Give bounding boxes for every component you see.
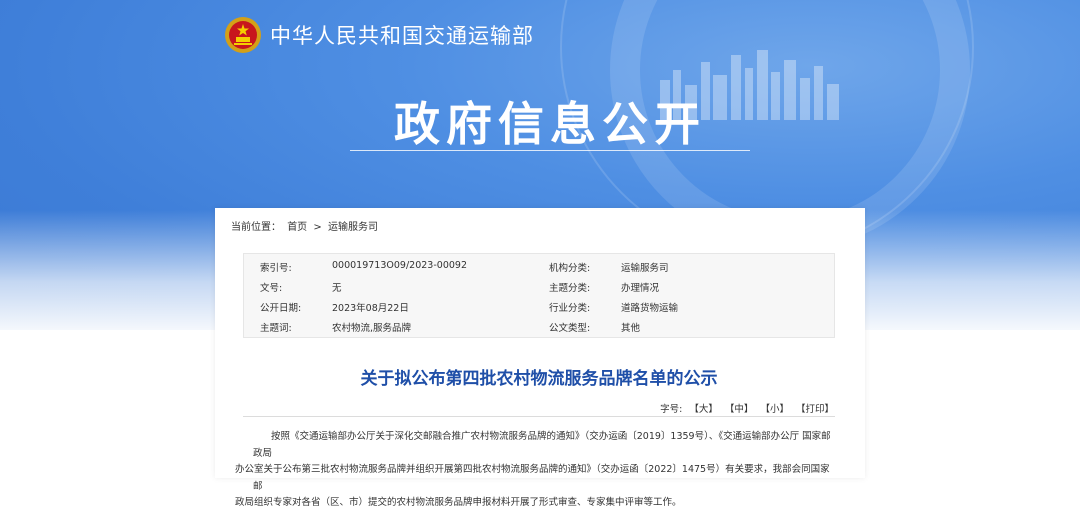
meta-key: 主题分类: [549, 283, 591, 294]
meta-key: 公开日期: [260, 303, 302, 314]
paragraph-line: 按照《交通运输部办公厅关于深化交邮融合推广农村物流服务品牌的通知》（交办运函〔2… [253, 431, 831, 459]
font-small-button[interactable]: 【小】 [760, 404, 789, 415]
meta-value: 000019713O09/2023-00092 [332, 260, 467, 271]
meta-value: 办理情况 [621, 283, 660, 294]
paragraph-line: 政局组织专家对各省（区、市）提交的农村物流服务品牌申报材料开展了形式审查、专家集… [235, 497, 682, 508]
meta-key: 索引号: [260, 263, 292, 274]
meta-key: 公文类型: [549, 323, 591, 334]
meta-value: 2023年08月22日 [332, 303, 409, 314]
meta-value: 农村物流,服务品牌 [332, 323, 412, 334]
meta-key: 行业分类: [549, 303, 591, 314]
font-medium-button[interactable]: 【中】 [725, 404, 754, 415]
meta-value: 其他 [621, 323, 641, 334]
print-button[interactable]: 【打印】 [796, 404, 834, 415]
breadcrumb-current[interactable]: 运输服务司 [328, 222, 378, 233]
title-underline [350, 150, 750, 151]
meta-key: 文号: [260, 283, 283, 294]
font-size-controls: 字号: 【大】 【中】 【小】 【打印】 [656, 401, 834, 415]
ministry-name: 中华人民共和国交通运输部 [270, 24, 534, 48]
page-title: 政府信息公开 [394, 97, 706, 151]
meta-value: 道路货物运输 [621, 303, 679, 314]
meta-row: 公开日期: 2023年08月22日 行业分类: 道路货物运输 [244, 296, 836, 316]
breadcrumb-prefix: 当前位置： [231, 222, 281, 233]
ministry-logo[interactable]: 中华人民共和国交通运输部 [224, 15, 534, 55]
breadcrumb-separator: > [313, 222, 322, 233]
meta-key: 机构分类: [549, 263, 591, 274]
document-metadata: 索引号: 000019713O09/2023-00092 机构分类: 运输服务司… [243, 253, 835, 338]
meta-value: 无 [332, 283, 342, 294]
meta-row: 索引号: 000019713O09/2023-00092 机构分类: 运输服务司 [244, 256, 836, 276]
breadcrumb-home[interactable]: 首页 [287, 222, 307, 233]
document-title: 关于拟公布第四批农村物流服务品牌名单的公示 [360, 369, 718, 389]
font-large-button[interactable]: 【大】 [689, 404, 718, 415]
font-size-label: 字号: [660, 404, 683, 415]
breadcrumb: 当前位置： 首页 > 运输服务司 [231, 218, 381, 233]
meta-value: 运输服务司 [621, 263, 669, 274]
document-body: 按照《交通运输部办公厅关于深化交邮融合推广农村物流服务品牌的通知》（交办运函〔2… [235, 429, 833, 512]
meta-key: 主题词: [260, 323, 292, 334]
content-divider [243, 416, 835, 417]
national-emblem-icon [225, 17, 261, 53]
meta-row: 文号: 无 主题分类: 办理情况 [244, 276, 836, 296]
meta-row: 主题词: 农村物流,服务品牌 公文类型: 其他 [244, 316, 836, 336]
